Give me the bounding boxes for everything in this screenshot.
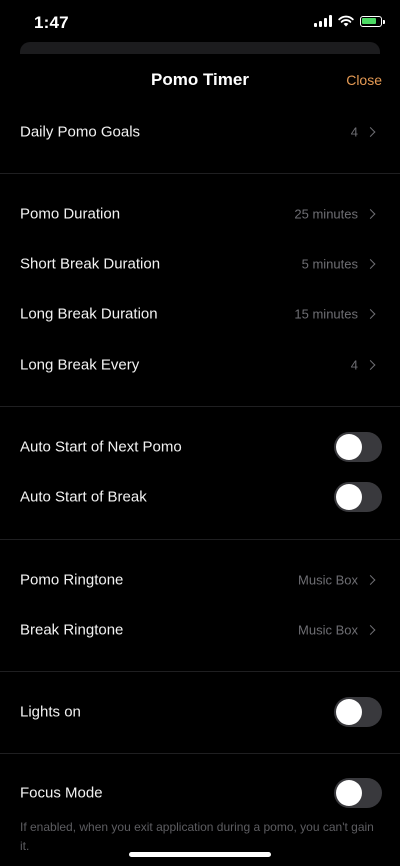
status-icons — [314, 15, 385, 27]
row-label: Lights on — [20, 703, 81, 721]
focus-mode-row: Focus Mode — [0, 771, 400, 815]
pomo-duration-row[interactable]: Pomo Duration 25 minutes — [0, 192, 400, 236]
section-divider — [0, 539, 400, 540]
auto-start-next-pomo-toggle[interactable] — [334, 432, 382, 462]
row-label: Focus Mode — [20, 784, 103, 802]
row-label: Pomo Ringtone — [20, 571, 124, 589]
chevron-right-icon — [365, 259, 376, 269]
chevron-right-icon — [365, 360, 376, 370]
focus-mode-description: If enabled, when you exit application du… — [20, 820, 374, 853]
short-break-duration-row[interactable]: Short Break Duration 5 minutes — [0, 242, 400, 286]
break-ringtone-row[interactable]: Break Ringtone Music Box — [0, 608, 400, 652]
row-value: 25 minutes — [294, 206, 358, 222]
section-divider — [0, 173, 400, 174]
chevron-right-icon — [365, 127, 376, 137]
toggle-knob — [336, 434, 362, 460]
lights-on-toggle[interactable] — [334, 697, 382, 727]
daily-pomo-goals-row[interactable]: Daily Pomo Goals 4 — [0, 110, 400, 154]
auto-start-break-toggle[interactable] — [334, 482, 382, 512]
nav-header: Pomo Timer Close — [0, 62, 400, 98]
row-label: Auto Start of Next Pomo — [20, 438, 182, 456]
toggle-knob — [336, 699, 362, 725]
row-label: Long Break Every — [20, 356, 140, 374]
wifi-icon — [338, 15, 354, 27]
sheet-background — [20, 42, 380, 54]
status-bar: 1:47 — [0, 0, 400, 44]
row-label: Pomo Duration — [20, 205, 121, 223]
lights-on-row: Lights on — [0, 690, 400, 734]
row-label: Daily Pomo Goals — [20, 123, 141, 141]
row-value: 15 minutes — [294, 306, 358, 322]
toggle-knob — [336, 484, 362, 510]
page-title: Pomo Timer — [151, 70, 249, 89]
row-value: 5 minutes — [301, 256, 358, 272]
row-value: 4 — [350, 124, 358, 140]
status-time: 1:47 — [34, 13, 69, 32]
long-break-every-row[interactable]: Long Break Every 4 — [0, 343, 400, 387]
signal-icon — [314, 15, 332, 27]
auto-start-next-pomo-row: Auto Start of Next Pomo — [0, 425, 400, 469]
chevron-right-icon — [365, 625, 376, 635]
section-divider — [0, 406, 400, 407]
auto-start-break-row: Auto Start of Break — [0, 475, 400, 519]
row-label: Break Ringtone — [20, 621, 124, 639]
section-divider — [0, 753, 400, 754]
toggle-knob — [336, 780, 362, 806]
row-value: Music Box — [298, 622, 358, 638]
row-label: Auto Start of Break — [20, 488, 147, 506]
section-divider — [0, 671, 400, 672]
focus-mode-toggle[interactable] — [334, 778, 382, 808]
chevron-right-icon — [365, 209, 376, 219]
row-value: 4 — [350, 357, 358, 373]
long-break-duration-row[interactable]: Long Break Duration 15 minutes — [0, 292, 400, 336]
row-label: Long Break Duration — [20, 305, 158, 323]
pomo-ringtone-row[interactable]: Pomo Ringtone Music Box — [0, 558, 400, 602]
battery-charging-icon — [360, 15, 385, 27]
chevron-right-icon — [365, 575, 376, 585]
row-value: Music Box — [298, 572, 358, 588]
home-indicator[interactable] — [129, 852, 271, 857]
row-label: Short Break Duration — [20, 255, 161, 273]
close-button[interactable]: Close — [346, 72, 382, 88]
chevron-right-icon — [365, 309, 376, 319]
